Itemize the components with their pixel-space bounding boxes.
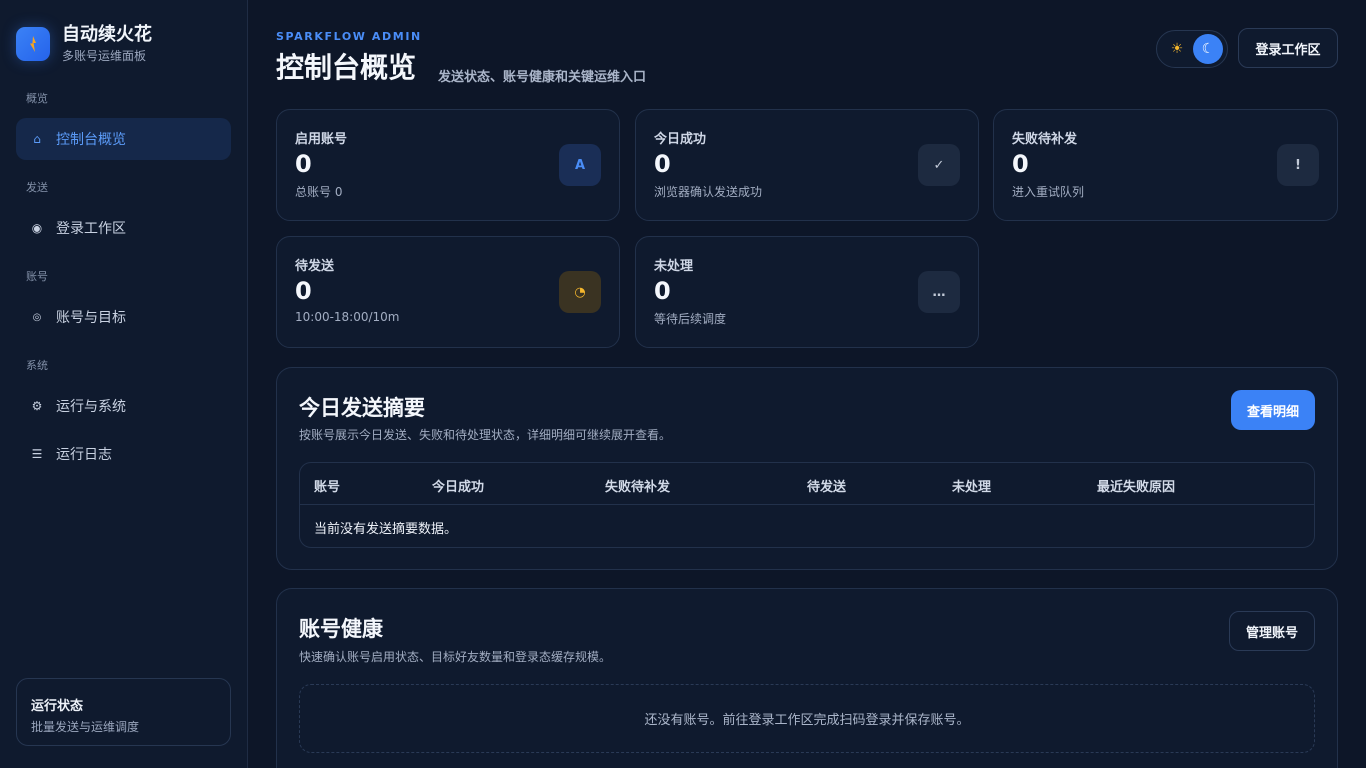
stat-label: 失败待补发 — [1012, 132, 1078, 147]
brand-subtitle: 多账号运维面板 — [62, 49, 147, 63]
stat-label: 待发送 — [295, 259, 335, 274]
stat-card-unprocessed: 未处理 0 等待后续调度 … — [635, 236, 979, 348]
column-header-last-fail-reason: 最近失败原因 — [1097, 480, 1176, 495]
send-summary-title: 今日发送摘要 — [299, 396, 425, 420]
send-summary-panel: 今日发送摘要 按账号展示今日发送、失败和待处理状态，详细明细可继续展开查看。 查… — [276, 367, 1338, 570]
stat-sub: 等待后续调度 — [654, 312, 727, 326]
page-title: 控制台概览 — [276, 51, 417, 84]
manage-accounts-button[interactable]: 管理账号 — [1229, 611, 1315, 651]
sidebar-item-label: 登录工作区 — [56, 221, 126, 237]
flame-logo-icon — [16, 27, 50, 61]
stat-sub: 10:00-18:00/10m — [295, 310, 400, 324]
column-header-account: 账号 — [314, 480, 341, 495]
theme-toggle[interactable]: ☀ ☾ — [1156, 30, 1228, 68]
stat-value: 0 — [654, 150, 671, 178]
stat-value: 0 — [654, 277, 671, 305]
stat-value: 0 — [295, 277, 312, 305]
stat-card-today-success: 今日成功 0 浏览器确认发送成功 ✓ — [635, 109, 979, 221]
run-status-title: 运行状态 — [31, 699, 84, 714]
stat-label: 启用账号 — [295, 132, 348, 147]
sidebar-item-logs[interactable]: ☰ 运行日志 — [16, 433, 231, 475]
nav-section-send: 发送 — [26, 181, 48, 194]
stat-sub: 总账号 0 — [295, 185, 343, 199]
radio-dot-icon: ◉ — [31, 221, 43, 235]
sidebar-item-label: 账号与目标 — [56, 310, 126, 326]
more-icon: … — [918, 271, 960, 313]
sidebar-item-label: 控制台概览 — [56, 132, 126, 148]
account-health-panel: 账号健康 快速确认账号启用状态、目标好友数量和登录态缓存规模。 管理账号 还没有… — [276, 588, 1338, 768]
run-status-subtitle: 批量发送与运维调度 — [31, 720, 140, 734]
send-summary-table: 账号 今日成功 失败待补发 待发送 未处理 最近失败原因 当前没有发送摘要数据。 — [299, 462, 1315, 548]
column-header-today-success: 今日成功 — [432, 480, 485, 495]
stat-sub: 浏览器确认发送成功 — [654, 185, 763, 199]
table-empty-message: 当前没有发送摘要数据。 — [314, 522, 458, 537]
send-summary-description: 按账号展示今日发送、失败和待处理状态，详细明细可继续展开查看。 — [299, 428, 672, 442]
column-header-unprocessed: 未处理 — [952, 480, 992, 495]
page-eyebrow: SPARKFLOW ADMIN — [276, 30, 422, 43]
sidebar-item-label: 运行与系统 — [56, 399, 126, 415]
nav-section-account: 账号 — [26, 270, 48, 283]
sidebar: 自动续火花 多账号运维面板 概览 ⌂ 控制台概览 发送 ◉ 登录工作区 账号 ◎… — [0, 0, 248, 768]
stat-card-pending: 待发送 0 10:00-18:00/10m ◔ — [276, 236, 620, 348]
target-icon: ◎ — [32, 311, 42, 323]
stat-value: 0 — [295, 150, 312, 178]
column-header-failed-retry: 失败待补发 — [605, 480, 671, 495]
sun-icon: ☀ — [1170, 41, 1184, 57]
sidebar-item-dashboard[interactable]: ⌂ 控制台概览 — [16, 118, 231, 160]
account-health-empty: 还没有账号。前往登录工作区完成扫码登录并保存账号。 — [299, 684, 1315, 753]
sidebar-item-login-workspace[interactable]: ◉ 登录工作区 — [16, 207, 231, 249]
brand: 自动续火花 多账号运维面板 — [16, 24, 152, 64]
stat-label: 未处理 — [654, 259, 694, 274]
stat-card-enabled-accounts: 启用账号 0 总账号 0 A — [276, 109, 620, 221]
sidebar-item-accounts[interactable]: ◎ 账号与目标 — [16, 296, 231, 338]
table-header: 账号 今日成功 失败待补发 待发送 未处理 最近失败原因 — [300, 463, 1314, 505]
view-details-button[interactable]: 查看明细 — [1231, 390, 1315, 430]
account-health-title: 账号健康 — [299, 617, 383, 641]
stat-card-failed-retry: 失败待补发 0 进入重试队列 ! — [993, 109, 1338, 221]
gear-icon: ⚙ — [31, 399, 43, 413]
stat-value: 0 — [1012, 150, 1029, 178]
stat-label: 今日成功 — [654, 132, 707, 147]
account-health-description: 快速确认账号启用状态、目标好友数量和登录态缓存规模。 — [299, 650, 612, 664]
check-icon: ✓ — [918, 144, 960, 186]
stat-sub: 进入重试队列 — [1012, 185, 1085, 199]
clock-icon: ◔ — [559, 271, 601, 313]
page-description: 发送状态、账号健康和关键运维入口 — [438, 70, 647, 85]
sidebar-item-system[interactable]: ⚙ 运行与系统 — [16, 385, 231, 427]
sidebar-item-label: 运行日志 — [56, 447, 112, 463]
nav-section-overview: 概览 — [26, 92, 48, 105]
moon-icon: ☾ — [1193, 34, 1223, 64]
home-icon: ⌂ — [33, 132, 41, 146]
alert-icon: ! — [1277, 144, 1319, 186]
login-workspace-button[interactable]: 登录工作区 — [1238, 28, 1338, 68]
account-icon: A — [559, 144, 601, 186]
brand-title: 自动续火花 — [62, 24, 152, 45]
run-status-card: 运行状态 批量发送与运维调度 — [16, 678, 231, 746]
column-header-pending: 待发送 — [807, 480, 847, 495]
nav-section-system: 系统 — [26, 359, 48, 372]
list-icon: ☰ — [31, 447, 43, 461]
